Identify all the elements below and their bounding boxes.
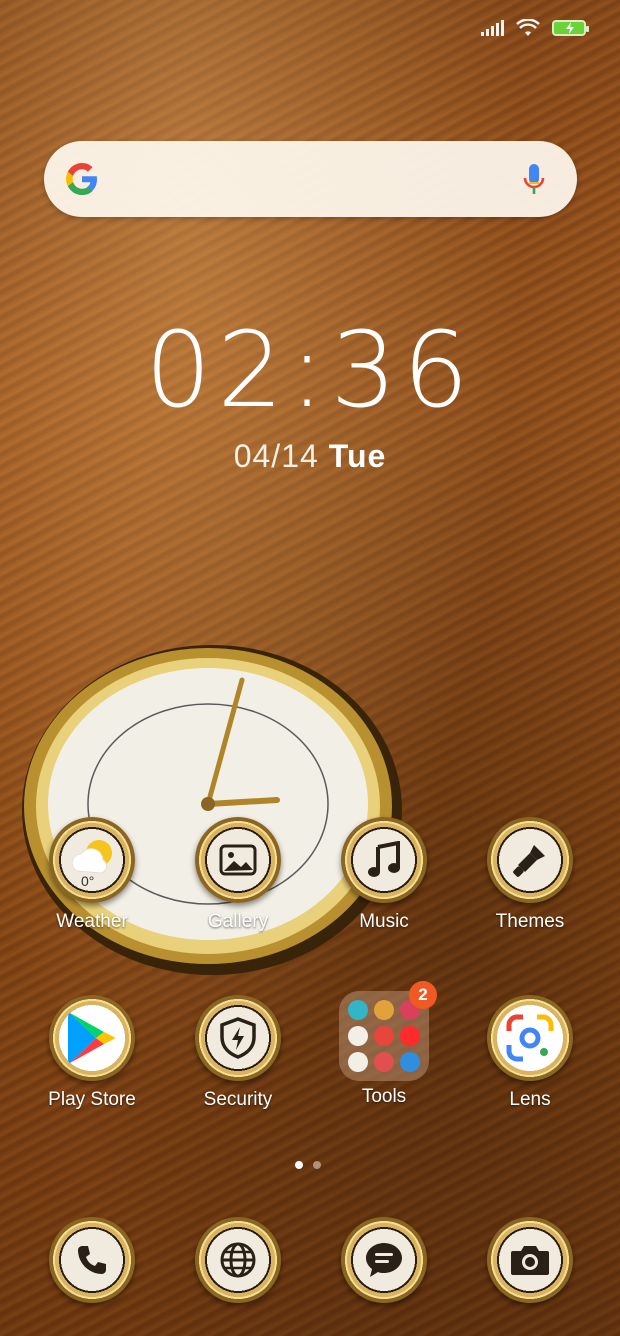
- app-label: Tools: [361, 1086, 407, 1107]
- notification-badge: 2: [409, 981, 437, 1009]
- camera-icon: [487, 1217, 573, 1303]
- wifi-icon: [516, 19, 540, 36]
- mic-icon[interactable]: [523, 163, 545, 197]
- app-label: Themes: [495, 911, 565, 932]
- app-icon-weather[interactable]: 0° Weather: [17, 817, 167, 933]
- signal-icon: [481, 20, 504, 36]
- app-label: Security: [203, 1089, 273, 1110]
- battery-charging-icon: [552, 20, 589, 36]
- page-dot: [313, 1161, 321, 1169]
- folder-icon: 2: [339, 981, 437, 1081]
- play-store-icon: [49, 995, 135, 1081]
- gallery-icon: [195, 817, 281, 903]
- app-icon-themes[interactable]: Themes: [455, 817, 605, 933]
- app-label: Weather: [56, 911, 128, 932]
- weekday-text: Tue: [328, 438, 387, 474]
- dock-browser[interactable]: [163, 1217, 313, 1303]
- weather-temperature: 0°: [81, 873, 95, 889]
- lens-icon: [487, 995, 573, 1081]
- app-icon-play-store[interactable]: Play Store: [17, 995, 167, 1111]
- themes-brush-icon: [487, 817, 573, 903]
- google-logo-icon: [66, 163, 97, 195]
- wallpaper-pocket-watch: [22, 645, 402, 975]
- dock-messages[interactable]: [309, 1217, 459, 1303]
- clock-time[interactable]: 02:36: [0, 318, 620, 422]
- home-screen: 02:36 04/14 Tue 0° Weather Gallery Music…: [0, 0, 620, 1336]
- messages-icon: [341, 1217, 427, 1303]
- page-indicator[interactable]: [295, 1161, 321, 1169]
- phone-icon: [49, 1217, 135, 1303]
- music-icon: [341, 817, 427, 903]
- dock-phone[interactable]: [17, 1217, 167, 1303]
- app-icon-music[interactable]: Music: [309, 817, 459, 933]
- date-text: 04/14: [233, 438, 319, 474]
- app-label: Gallery: [207, 911, 269, 932]
- app-label: Lens: [509, 1089, 551, 1110]
- dock-camera[interactable]: [455, 1217, 605, 1303]
- app-folder-tools[interactable]: 2 Tools: [309, 981, 459, 1108]
- weather-icon: 0°: [49, 817, 135, 903]
- status-bar: [481, 16, 589, 40]
- security-shield-icon: [195, 995, 281, 1081]
- app-icon-gallery[interactable]: Gallery: [163, 817, 313, 933]
- clock-date[interactable]: 04/14 Tue: [0, 438, 620, 475]
- page-dot-active: [295, 1161, 303, 1169]
- app-icon-lens[interactable]: Lens: [455, 995, 605, 1111]
- app-icon-security[interactable]: Security: [163, 995, 313, 1111]
- google-search-bar[interactable]: [44, 141, 577, 217]
- app-label: Play Store: [48, 1089, 136, 1110]
- app-label: Music: [359, 911, 409, 932]
- browser-globe-icon: [195, 1217, 281, 1303]
